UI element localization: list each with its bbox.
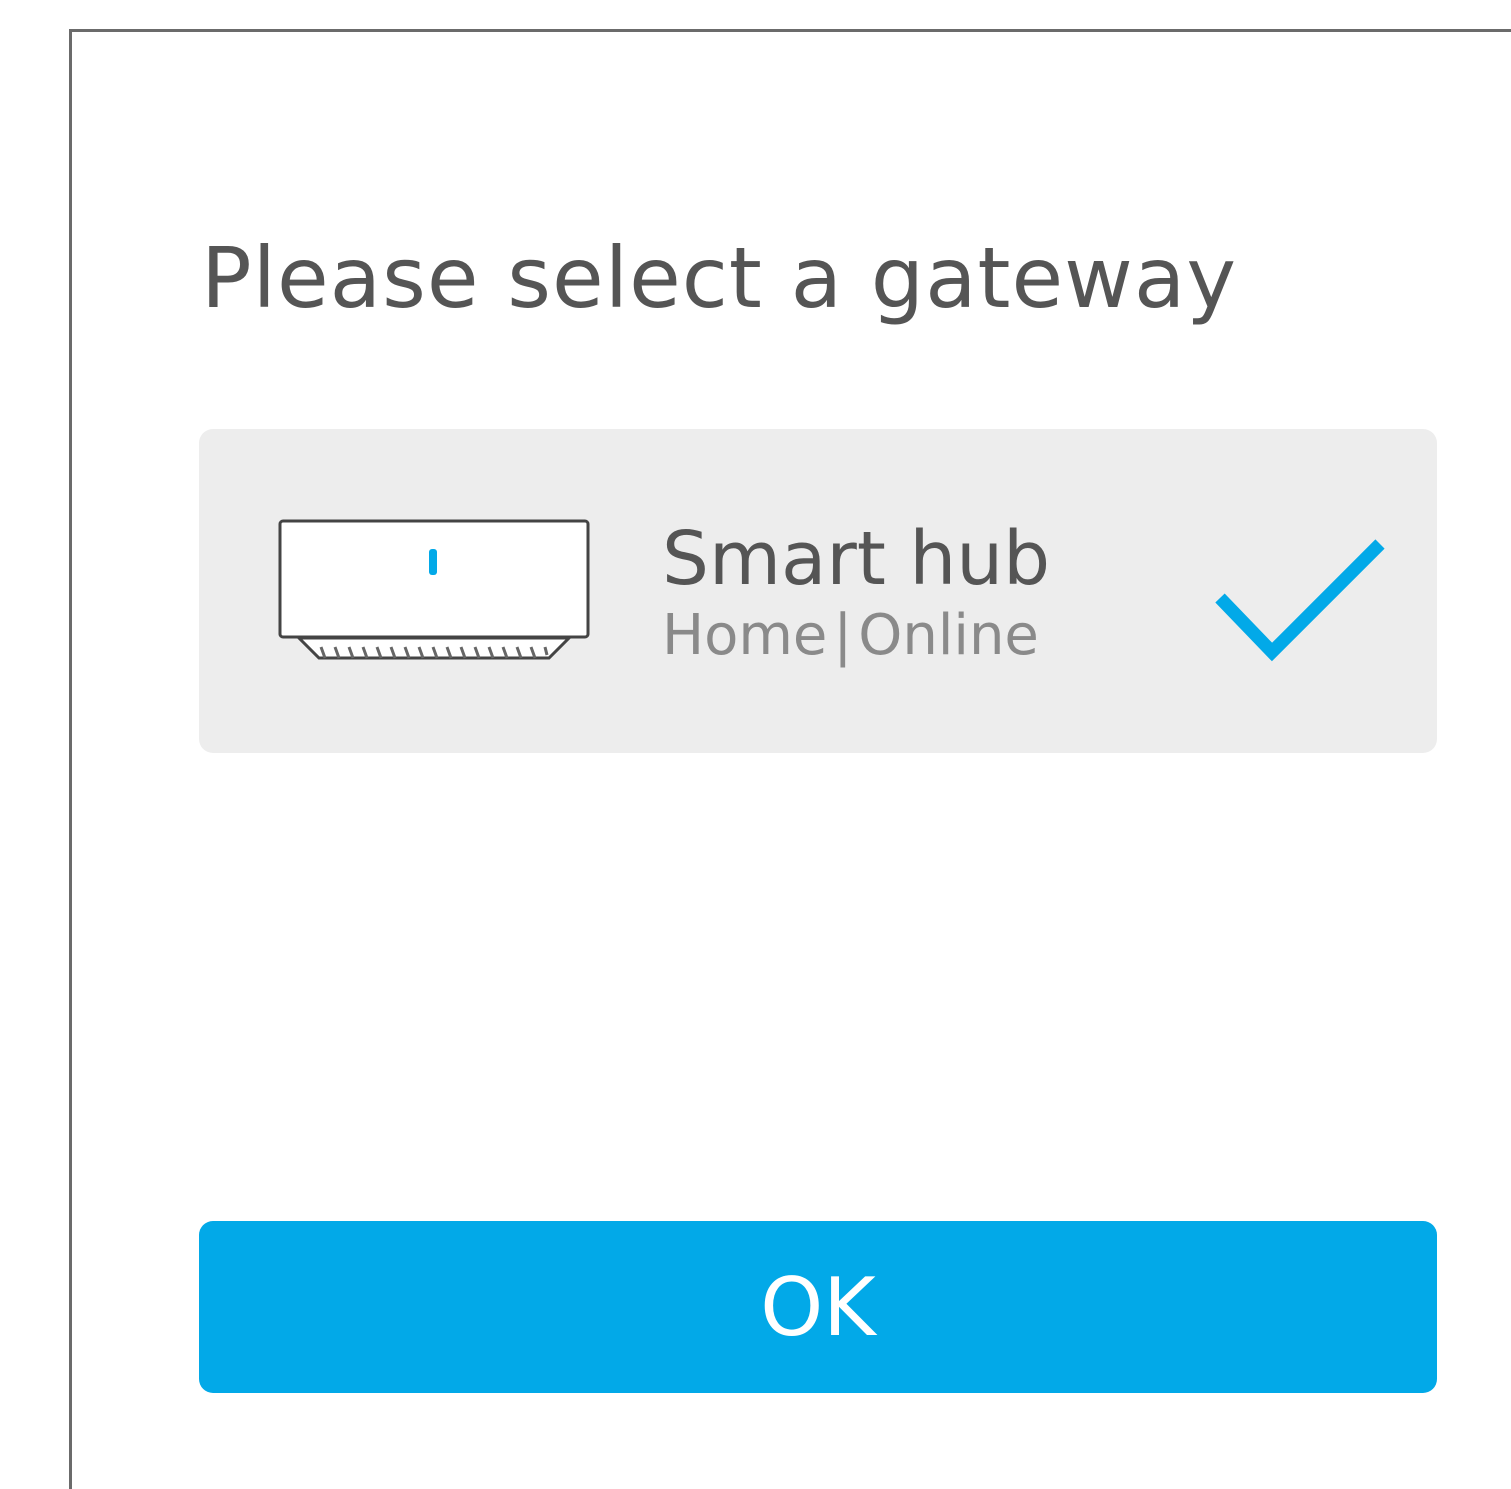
dialog-title: Please select a gateway: [201, 229, 1238, 327]
gateway-room-status: Home | Online: [662, 603, 1039, 669]
checkmark-icon: [1215, 539, 1385, 662]
gateway-status: Online: [858, 603, 1039, 668]
ok-button[interactable]: OK: [199, 1221, 1437, 1393]
gateway-room: Home: [662, 603, 828, 668]
status-separator: |: [833, 603, 853, 668]
gateway-name: Smart hub: [662, 516, 1051, 602]
smart-hub-icon: [278, 519, 590, 660]
